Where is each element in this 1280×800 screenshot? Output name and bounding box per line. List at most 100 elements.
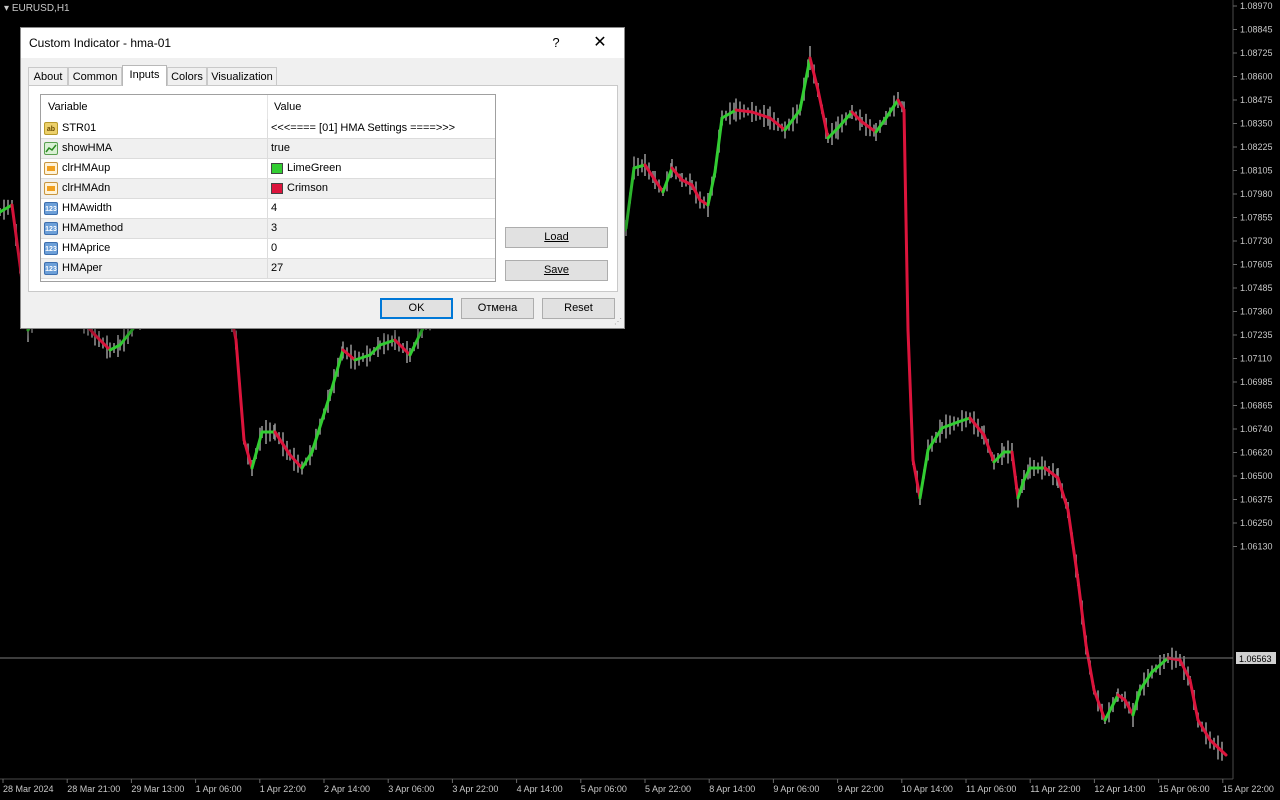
time-tick-label: 9 Apr 06:00 <box>773 784 819 794</box>
time-tick-label: 3 Apr 06:00 <box>388 784 434 794</box>
color-swatch[interactable] <box>271 183 283 194</box>
save-button[interactable]: Save <box>505 260 608 281</box>
number-icon: 123 <box>44 222 58 235</box>
variable-value[interactable]: <<<==== [01] HMA Settings ====>>> <box>271 122 455 134</box>
price-axis: 1.08970 1.08845 1.08725 1.08600 1.08475 1.083… <box>1233 1 1273 552</box>
time-tick-label: 12 Apr 14:00 <box>1094 784 1145 794</box>
tab-inputs[interactable]: Inputs <box>122 65 167 86</box>
variable-value[interactable]: 0 <box>271 242 277 254</box>
price-tick-label: 1.07485 <box>1240 283 1273 293</box>
chart-symbol: ▾ EURUSD,H1 <box>4 3 70 14</box>
variable-value[interactable]: 3 <box>271 222 277 234</box>
price-tick-label: 1.06985 <box>1240 377 1273 387</box>
price-tick-label: 1.06250 <box>1240 518 1273 528</box>
resize-grip-icon[interactable]: ⋰ <box>614 318 622 326</box>
price-tick-label: 1.08970 <box>1240 1 1273 11</box>
dropdown-arrow-icon[interactable]: ▾ <box>4 3 9 14</box>
price-tick-label: 1.08105 <box>1240 166 1273 176</box>
price-tick-label: 1.08350 <box>1240 119 1273 129</box>
title-bar[interactable]: Custom Indicator - hma-01 ? ✕ <box>21 28 624 58</box>
price-tick-label: 1.06375 <box>1240 495 1273 505</box>
time-tick-label: 28 Mar 21:00 <box>67 784 120 794</box>
variable-name: HMAprice <box>62 242 111 254</box>
header-variable[interactable]: Variable <box>48 101 88 113</box>
load-button[interactable]: Load <box>505 227 608 248</box>
close-icon[interactable]: ✕ <box>588 32 612 54</box>
time-tick-label: 11 Apr 22:00 <box>1030 784 1080 794</box>
time-tick-label: 5 Apr 06:00 <box>581 784 627 794</box>
reset-button[interactable]: Reset <box>542 298 615 319</box>
price-tick-label: 1.08225 <box>1240 142 1273 152</box>
variable-name: HMAwidth <box>62 202 112 214</box>
time-tick-label: 10 Apr 14:00 <box>902 784 953 794</box>
price-tick-label: 1.08475 <box>1240 95 1273 105</box>
price-tick-label: 1.07855 <box>1240 213 1273 223</box>
price-tick-label: 1.07235 <box>1240 330 1273 340</box>
header-value[interactable]: Value <box>274 101 301 113</box>
variable-value[interactable]: 4 <box>271 202 277 214</box>
price-tick-label: 1.08725 <box>1240 48 1273 58</box>
price-tick-label: 1.06500 <box>1240 471 1273 481</box>
table-row[interactable]: 123 HMAprice 0 <box>41 239 495 259</box>
time-tick-label: 29 Mar 13:00 <box>131 784 184 794</box>
color-swatch[interactable] <box>271 163 283 174</box>
time-tick-label: 28 Mar 2024 <box>3 784 54 794</box>
inputs-panel: Variable Value ab STR01 <<<==== [01] HMA S… <box>28 85 618 292</box>
symbol-label: EURUSD,H1 <box>11 3 70 14</box>
table-row[interactable]: ab STR01 <<<==== [01] HMA Settings ====>>> <box>41 119 495 139</box>
price-tick-label: 1.08845 <box>1240 25 1273 35</box>
dialog-title: Custom Indicator - hma-01 <box>29 36 172 50</box>
price-tick-label: 1.07605 <box>1240 260 1273 270</box>
color-icon <box>44 182 58 195</box>
variable-value[interactable]: 27 <box>271 262 283 274</box>
tab-visualization[interactable]: Visualization <box>207 67 277 85</box>
tab-about[interactable]: About <box>28 67 68 85</box>
save-button-label: Save <box>543 264 570 276</box>
price-tick-label: 1.06130 <box>1240 542 1273 552</box>
variable-value[interactable]: LimeGreen <box>287 162 341 174</box>
bool-icon <box>44 142 58 155</box>
cancel-button[interactable]: Отмена <box>461 298 534 319</box>
table-row[interactable]: 123 HMAper 27 <box>41 259 495 279</box>
color-icon <box>44 162 58 175</box>
tab-colors[interactable]: Colors <box>167 67 207 85</box>
time-tick-label: 5 Apr 22:00 <box>645 784 691 794</box>
time-tick-label: 2 Apr 14:00 <box>324 784 370 794</box>
variable-name: showHMA <box>62 142 113 154</box>
time-tick-label: 1 Apr 06:00 <box>196 784 242 794</box>
price-tick-label: 1.07730 <box>1240 236 1273 246</box>
variable-name: HMAper <box>62 262 103 274</box>
ok-button[interactable]: OK <box>380 298 453 319</box>
variable-value[interactable]: true <box>271 142 290 154</box>
number-icon: 123 <box>44 262 58 275</box>
variable-name: STR01 <box>62 122 97 134</box>
price-tick-label: 1.08600 <box>1240 72 1273 82</box>
time-tick-label: 15 Apr 22:00 <box>1223 784 1274 794</box>
price-tick-label: 1.07110 <box>1240 354 1272 364</box>
variable-name: clrHMAdn <box>62 182 111 194</box>
variable-value[interactable]: Crimson <box>287 182 328 194</box>
table-row[interactable]: 123 HMAwidth 4 <box>41 199 495 219</box>
variable-name: clrHMAup <box>62 162 111 174</box>
table-row[interactable]: clrHMAup LimeGreen <box>41 159 495 179</box>
time-tick-label: 3 Apr 22:00 <box>452 784 498 794</box>
price-tick-label: 1.06865 <box>1240 401 1273 411</box>
tab-common[interactable]: Common <box>68 67 122 85</box>
variable-name: HMAmethod <box>62 222 124 234</box>
table-row[interactable]: 123 HMAmethod 3 <box>41 219 495 239</box>
time-tick-label: 1 Apr 22:00 <box>260 784 306 794</box>
time-tick-label: 15 Apr 06:00 <box>1159 784 1210 794</box>
time-tick-label: 9 Apr 22:00 <box>838 784 884 794</box>
table-row[interactable]: showHMA true <box>41 139 495 159</box>
time-tick-label: 11 Apr 06:00 <box>966 784 1016 794</box>
string-icon: ab <box>44 122 58 135</box>
price-tick-label: 1.07360 <box>1240 307 1273 317</box>
table-row[interactable]: clrHMAdn Crimson <box>41 179 495 199</box>
price-tick-label: 1.06740 <box>1240 424 1273 434</box>
help-button[interactable]: ? <box>545 32 567 54</box>
custom-indicator-dialog: Custom Indicator - hma-01 ? ✕ About Comm… <box>21 28 624 328</box>
time-tick-label: 8 Apr 14:00 <box>709 784 755 794</box>
time-axis: 28 Mar 2024 28 Mar 21:00 29 Mar 13:00 1 Apr… <box>2 779 1274 794</box>
table-header: Variable Value <box>41 95 495 119</box>
number-icon: 123 <box>44 242 58 255</box>
